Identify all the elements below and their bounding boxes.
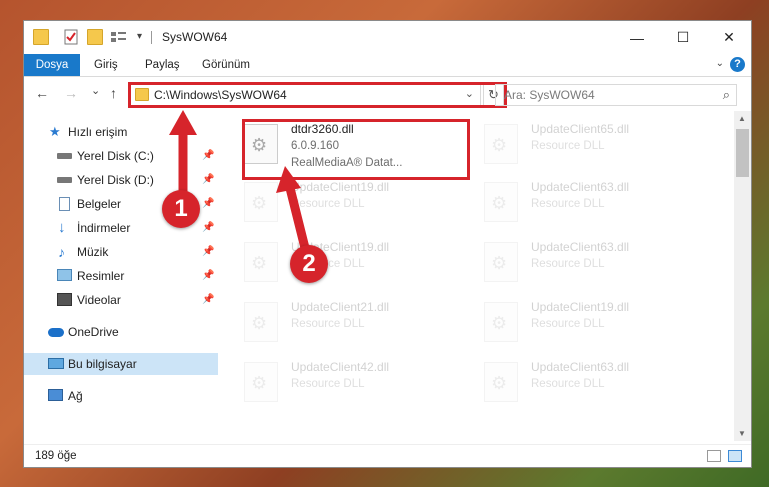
file-item[interactable]: ⚙ UpdateClient19.dll Resource DLL <box>484 299 704 355</box>
forward-button[interactable]: → <box>64 85 78 101</box>
folder-icon <box>33 29 49 45</box>
large-icons-view-icon[interactable] <box>728 450 742 462</box>
expand-ribbon-icon[interactable]: ⌄ <box>716 58 724 69</box>
dll-file-icon: ⚙ <box>484 182 518 222</box>
sidebar-item-local-disk-d[interactable]: Yerel Disk (D:) 📌 <box>24 169 218 191</box>
new-folder-icon[interactable] <box>87 29 103 45</box>
search-icon: ⌕ <box>722 87 730 102</box>
minimize-button[interactable]: — <box>614 21 660 54</box>
sidebar-item-pictures[interactable]: Resimler 📌 <box>24 265 218 287</box>
scroll-down-icon[interactable]: ▼ <box>738 429 746 438</box>
close-button[interactable]: ✕ <box>706 21 752 54</box>
sidebar-item-onedrive[interactable]: OneDrive <box>24 321 218 343</box>
back-button[interactable]: ← <box>35 85 49 101</box>
file-item[interactable]: ⚙ UpdateClient63.dll Resource DLL <box>484 359 704 415</box>
star-icon: ★ <box>49 124 61 139</box>
file-item[interactable]: ⚙ UpdateClient19.dll Resource DLL <box>244 179 464 235</box>
pin-icon[interactable]: 📌 <box>202 217 214 239</box>
dll-file-icon: ⚙ <box>484 302 518 342</box>
drive-icon <box>57 177 72 183</box>
help-icon[interactable]: ? <box>730 57 745 72</box>
tab-share[interactable]: Paylaş <box>145 54 180 76</box>
navigation-bar: ← → ⌄ ↑ C:\Windows\SysWOW64 ⌄ ↻ Ara: Sys… <box>24 77 751 111</box>
ribbon-tabs: Dosya Giriş Paylaş Görünüm ? ⌄ <box>24 54 751 77</box>
title-bar: ▾ SysWOW64 — ☐ ✕ <box>24 21 751 54</box>
scroll-up-icon[interactable]: ▲ <box>738 114 746 123</box>
tab-file[interactable]: Dosya <box>24 54 80 76</box>
network-icon <box>48 389 63 401</box>
dll-file-icon: ⚙ <box>484 242 518 282</box>
scrollbar-thumb[interactable] <box>736 129 749 177</box>
pin-icon[interactable]: 📌 <box>202 289 214 311</box>
details-view-icon[interactable] <box>707 450 721 462</box>
dll-file-icon: ⚙ <box>244 362 278 402</box>
cloud-icon <box>48 328 64 337</box>
computer-icon <box>48 358 64 369</box>
sidebar-item-local-disk-c[interactable]: Yerel Disk (C:) 📌 <box>24 145 218 167</box>
picture-icon <box>57 269 72 281</box>
recent-locations-button[interactable]: ⌄ <box>91 84 100 97</box>
tab-view[interactable]: Görünüm <box>202 54 250 76</box>
dll-file-icon: ⚙ <box>244 242 278 282</box>
dll-file-icon: ⚙ <box>484 124 518 164</box>
document-icon <box>59 197 70 211</box>
properties-icon[interactable] <box>63 29 79 45</box>
file-item[interactable]: ⚙ UpdateClient21.dll Resource DLL <box>244 299 464 355</box>
search-box[interactable]: Ara: SysWOW64 ⌕ <box>495 84 737 106</box>
pin-icon[interactable]: 📌 <box>202 265 214 287</box>
file-item[interactable]: ⚙ UpdateClient63.dll Resource DLL <box>484 179 704 235</box>
file-highlight-box <box>242 119 470 180</box>
pin-icon[interactable]: 📌 <box>202 169 214 191</box>
dll-file-icon: ⚙ <box>484 362 518 402</box>
up-button[interactable]: ↑ <box>110 85 117 101</box>
title-separator <box>151 31 152 44</box>
address-highlight-box <box>128 82 483 108</box>
sidebar-item-videos[interactable]: Videolar 📌 <box>24 289 218 311</box>
sidebar-item-network[interactable]: Ağ <box>24 385 218 407</box>
music-icon: ♪ <box>58 244 65 260</box>
file-item[interactable]: ⚙ UpdateClient42.dll Resource DLL <box>244 359 464 415</box>
dll-file-icon: ⚙ <box>244 182 278 222</box>
navigation-pane: ★ Hızlı erişim Yerel Disk (C:) 📌 Yerel D… <box>24 111 218 441</box>
step-1-badge: 1 <box>162 190 200 228</box>
file-item[interactable]: ⚙ UpdateClient63.dll Resource DLL <box>484 239 704 295</box>
file-item[interactable]: ⚙ UpdateClient65.dll Resource DLL <box>484 121 704 177</box>
item-count: 189 öğe <box>35 450 77 462</box>
download-icon: ↓ <box>58 219 66 236</box>
file-item[interactable]: ⚙ UpdateClient19.dll Resource DLL <box>244 239 464 295</box>
step-2-badge: 2 <box>290 245 328 283</box>
tab-home[interactable]: Giriş <box>94 54 118 76</box>
pin-icon[interactable]: 📌 <box>202 241 214 263</box>
drive-icon <box>57 153 72 159</box>
dll-file-icon: ⚙ <box>244 302 278 342</box>
video-icon <box>57 293 72 306</box>
sidebar-item-music[interactable]: ♪ Müzik 📌 <box>24 241 218 263</box>
sidebar-item-this-pc[interactable]: Bu bilgisayar <box>24 353 218 375</box>
view-options-icon[interactable] <box>110 29 126 45</box>
pin-icon[interactable]: 📌 <box>202 145 214 167</box>
status-bar: 189 öğe <box>24 444 751 468</box>
pin-icon[interactable]: 📌 <box>202 193 214 215</box>
sidebar-item-quick-access[interactable]: ★ Hızlı erişim <box>24 121 218 143</box>
vertical-scrollbar[interactable]: ▲ ▼ <box>734 111 751 441</box>
window-title: SysWOW64 <box>162 30 228 44</box>
explorer-window: ▾ SysWOW64 — ☐ ✕ Dosya Giriş Paylaş Görü… <box>23 20 752 468</box>
search-input[interactable]: Ara: SysWOW64 <box>504 88 595 102</box>
maximize-button[interactable]: ☐ <box>660 21 706 54</box>
